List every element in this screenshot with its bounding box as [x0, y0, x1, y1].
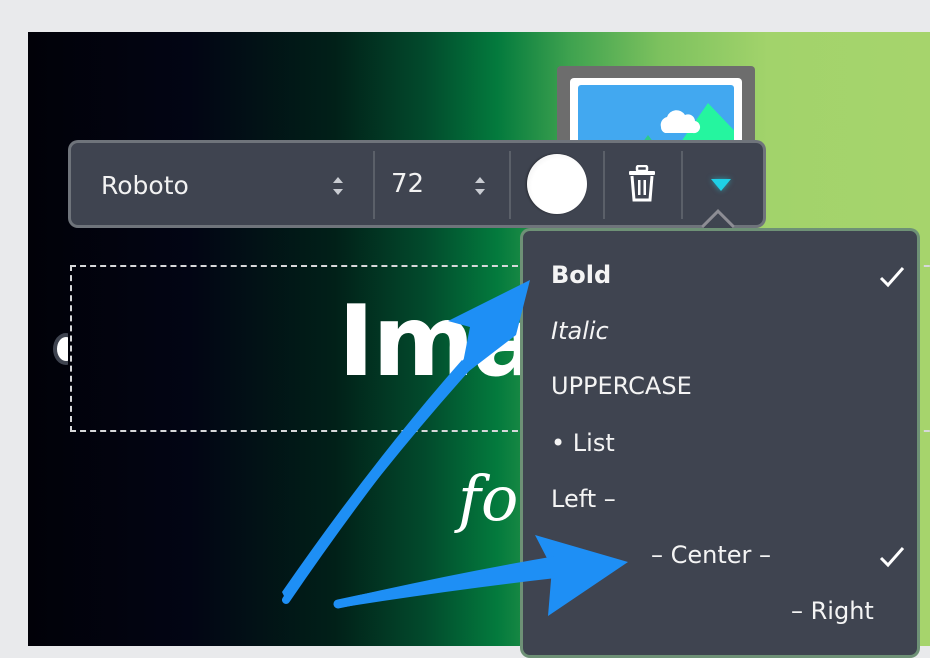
font-spinner-icon[interactable]: [331, 175, 345, 197]
toolbar-divider: [681, 151, 683, 219]
trash-icon[interactable]: [627, 164, 657, 207]
text-color-swatch[interactable]: [527, 154, 587, 214]
font-family-select[interactable]: Roboto: [101, 171, 189, 200]
check-icon: [879, 547, 905, 568]
menu-item-align-right[interactable]: – Right: [791, 597, 874, 625]
check-icon: [879, 267, 905, 288]
menu-item-list[interactable]: • List: [551, 429, 615, 457]
toolbar-divider: [603, 151, 605, 219]
headline-text[interactable]: Ima: [338, 285, 539, 399]
text-toolbar: Roboto 72: [68, 140, 766, 228]
toolbar-divider: [373, 151, 375, 219]
size-spinner-icon[interactable]: [473, 175, 487, 197]
menu-item-align-left[interactable]: Left –: [551, 485, 616, 513]
menu-item-italic[interactable]: Italic: [551, 317, 609, 345]
menu-item-align-center[interactable]: – Center –: [651, 541, 771, 569]
caret-down-icon[interactable]: [707, 173, 735, 197]
menu-item-bold[interactable]: Bold: [551, 261, 611, 289]
font-size-input[interactable]: 72: [391, 169, 424, 199]
toolbar-divider: [509, 151, 511, 219]
text-format-menu: Bold Italic UPPERCASE • List Left – – Ce…: [520, 228, 920, 658]
menu-item-uppercase[interactable]: UPPERCASE: [551, 372, 692, 400]
